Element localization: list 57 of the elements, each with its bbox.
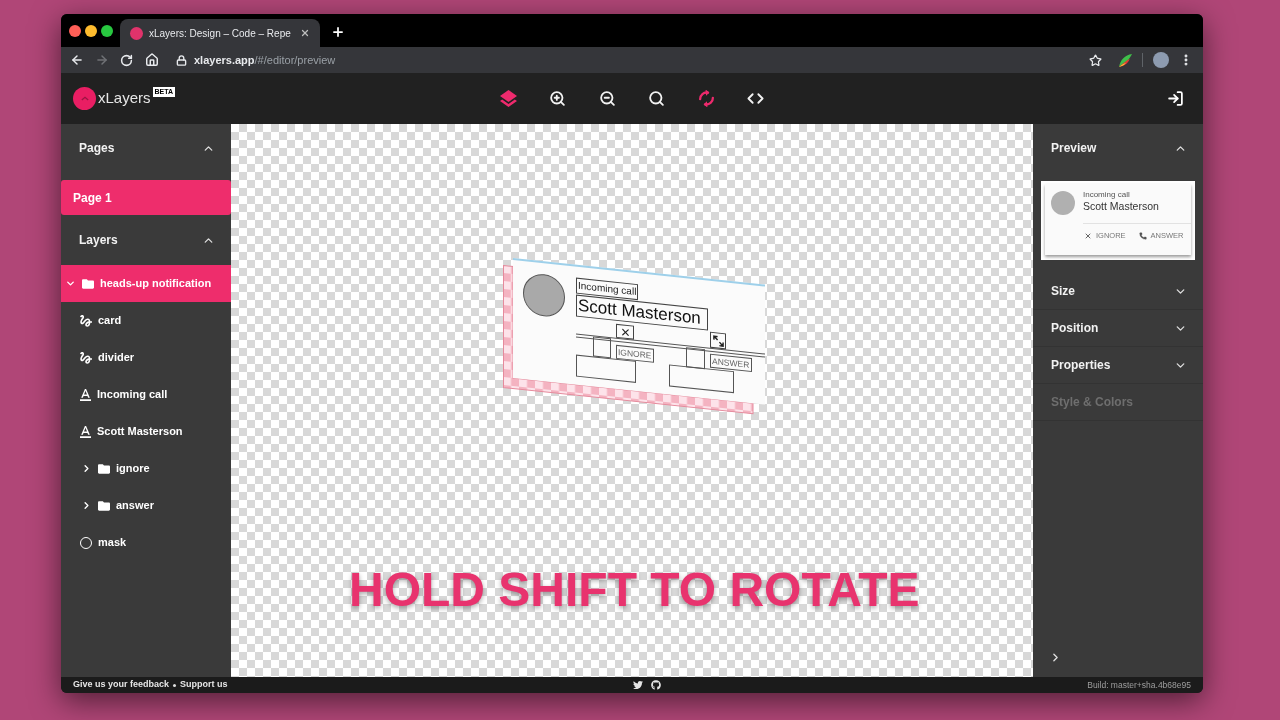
reload-icon[interactable] <box>120 53 133 67</box>
section-header[interactable]: Pages <box>61 124 231 172</box>
section-header[interactable]: Layers <box>61 215 231 265</box>
text-layer-icon <box>80 425 91 438</box>
icon-frame-outline <box>593 336 611 359</box>
build-text: Build: master+sha.4b68e95 <box>1087 678 1191 692</box>
layer-item[interactable]: ignore <box>61 450 231 487</box>
gesture-icon <box>80 314 92 327</box>
section-header[interactable]: Position <box>1033 310 1203 347</box>
folder-icon <box>82 278 94 289</box>
exit-icon[interactable] <box>1167 90 1184 107</box>
text-layer-icon <box>80 388 91 401</box>
favicon-icon <box>130 26 143 40</box>
section-header[interactable]: Properties <box>1033 347 1203 384</box>
lock-icon <box>176 54 187 66</box>
phone-icon <box>1138 232 1147 240</box>
rotate-hint-text: HOLD SHIFT TO ROTATE <box>349 566 920 614</box>
caption-text: Incoming call <box>1083 190 1131 200</box>
layer-item[interactable]: Incoming call <box>61 376 231 413</box>
logo-text: xLayers <box>98 88 151 109</box>
resize-icon <box>710 331 726 350</box>
layer-item[interactable]: card <box>61 302 231 339</box>
minimize-window-icon[interactable] <box>85 24 97 37</box>
close-tab-icon[interactable] <box>300 28 310 38</box>
layer-item[interactable]: mask <box>61 524 231 561</box>
section-header[interactable]: Preview <box>1033 124 1203 172</box>
footer-link[interactable]: Support us <box>180 678 228 692</box>
layer-item[interactable]: heads-up notification <box>61 265 231 302</box>
gesture-icon <box>80 351 92 364</box>
star-icon[interactable] <box>1089 53 1102 67</box>
layer-item[interactable]: divider <box>61 339 231 376</box>
close-window-icon[interactable] <box>69 24 81 37</box>
address-text[interactable]: xlayers.app/#/editor/preview <box>194 51 336 69</box>
footer-link[interactable]: Give us your feedback <box>73 678 170 692</box>
name-text: Scott Masterson <box>1083 200 1159 213</box>
twitter-icon[interactable] <box>633 680 643 690</box>
page-item[interactable]: Page 1 <box>61 180 231 215</box>
chevron-down-icon[interactable] <box>64 278 76 289</box>
section-header[interactable]: Size <box>1033 273 1203 310</box>
maximize-window-icon[interactable] <box>101 24 113 37</box>
folder-icon <box>98 500 110 511</box>
close-icon <box>1084 232 1092 240</box>
extension-icon[interactable] <box>1119 53 1132 67</box>
folder-icon <box>98 463 110 474</box>
back-icon[interactable] <box>70 53 84 67</box>
button-label: IGNORE <box>616 344 654 363</box>
close-icon <box>616 323 634 340</box>
browser-tab[interactable]: xLayers: Design – Code – Repe <box>120 19 320 47</box>
new-tab-icon[interactable] <box>331 25 345 39</box>
github-icon[interactable] <box>651 680 661 690</box>
profile-avatar[interactable] <box>1153 52 1169 68</box>
icon-frame-outline <box>686 347 705 370</box>
layer-item[interactable]: Scott Masterson <box>61 413 231 450</box>
home-icon[interactable] <box>145 53 159 67</box>
logo-icon[interactable] <box>73 87 96 110</box>
button-label: ANSWER <box>710 353 752 373</box>
layer-item[interactable]: answer <box>61 487 231 524</box>
